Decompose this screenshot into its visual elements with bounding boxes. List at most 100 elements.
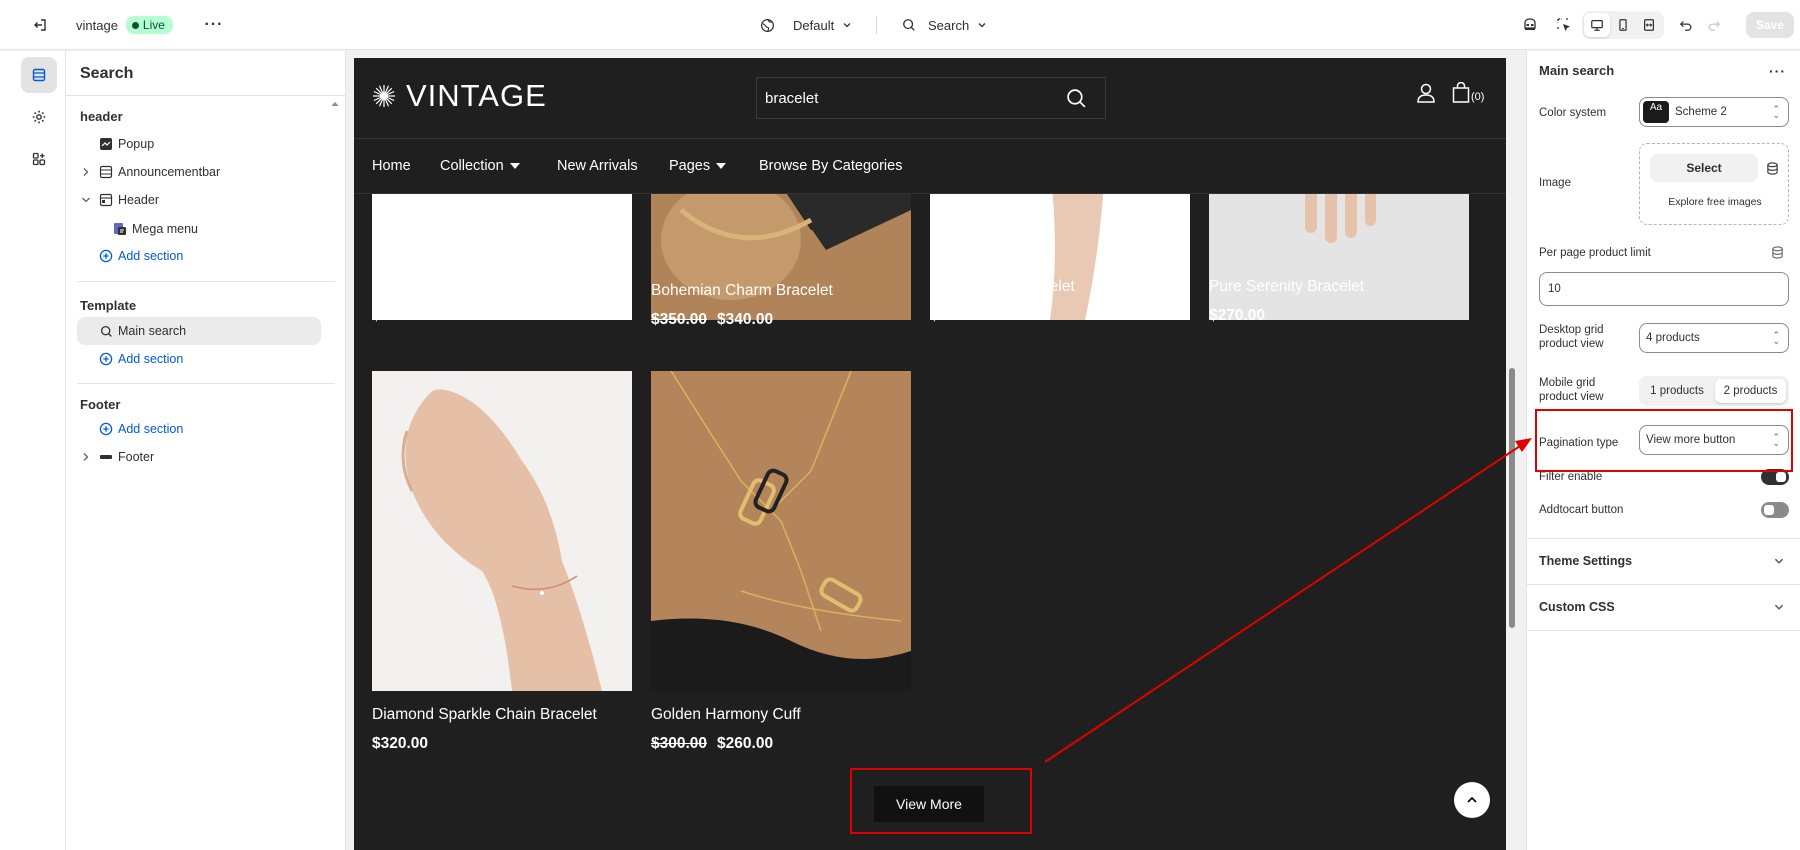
store-logo[interactable]: VINTAGE	[372, 78, 547, 114]
nav-label: New Arrivals	[557, 158, 638, 174]
apps-icon	[32, 152, 46, 166]
more-options-icon[interactable]: ···	[1769, 63, 1786, 79]
globe-icon	[760, 18, 775, 32]
product-name[interactable]: Diamond Sparkle Chain Bracelet	[372, 706, 597, 724]
sections-icon	[32, 68, 46, 82]
plus-circle-icon	[98, 248, 114, 264]
product-price: $300.00 $260.00	[651, 735, 773, 753]
product-name[interactable]: Infinite Love Bracelet	[930, 278, 1075, 296]
theme-selector[interactable]: Default	[760, 0, 852, 50]
store-search-value: bracelet	[765, 90, 819, 107]
section-item-footer[interactable]: Footer	[66, 444, 346, 470]
theme-settings-accordion[interactable]: Theme Settings	[1539, 554, 1632, 568]
sun-logo-icon	[373, 85, 395, 107]
nav-label: Home	[372, 158, 411, 174]
product-name[interactable]: Ocean Breeze Bracelet	[372, 278, 532, 296]
group-footer: Footer	[80, 397, 121, 412]
sale-price: $350.00	[930, 307, 987, 324]
per-page-input[interactable]: 10	[1539, 272, 1789, 306]
sections-nav-button[interactable]	[21, 57, 57, 93]
section-item-main-search[interactable]: Main search	[66, 318, 346, 344]
store-search-field[interactable]: bracelet	[756, 77, 1106, 119]
section-item-header[interactable]: Header	[66, 187, 346, 213]
chevron-down-icon[interactable]	[1773, 554, 1785, 572]
theme-editor-icon[interactable]	[1518, 13, 1542, 37]
color-system-value: Scheme 2	[1675, 106, 1727, 118]
filter-enable-toggle[interactable]	[1761, 469, 1789, 485]
custom-css-accordion[interactable]: Custom CSS	[1539, 600, 1615, 614]
account-icon[interactable]	[1416, 82, 1436, 109]
search-icon[interactable]	[1066, 88, 1087, 114]
add-section-header-button[interactable]: Add section	[66, 243, 346, 269]
cart-count: (0)	[1471, 91, 1485, 103]
image-picker: Select Explore free images	[1639, 143, 1789, 225]
full-width-icon	[1644, 19, 1654, 31]
mobile-grid-option-1[interactable]: 1 products	[1642, 379, 1712, 403]
nav-new-arrivals[interactable]: New Arrivals	[557, 158, 638, 174]
nav-label: Pages	[669, 158, 711, 174]
page-selector[interactable]: Search	[902, 0, 987, 50]
add-section-template-button[interactable]: Add section	[66, 346, 346, 372]
color-system-label: Color system	[1539, 107, 1607, 119]
chevron-down-icon[interactable]	[1773, 600, 1785, 618]
mobile-grid-option-2[interactable]: 2 products	[1715, 379, 1786, 403]
sale-price: $300.00	[372, 307, 429, 324]
explore-images-link[interactable]: Explore free images	[1640, 196, 1790, 208]
redo-icon[interactable]	[1702, 13, 1726, 37]
sale-price: $320.00	[372, 735, 429, 752]
product-image[interactable]	[651, 371, 911, 691]
shopping-bag-icon	[1452, 82, 1470, 103]
product-name[interactable]: Pure Serenity Bracelet	[1209, 278, 1364, 296]
sale-price: $340.00	[717, 311, 774, 328]
desktop-grid-select[interactable]: 4 products ⌃ ⌄	[1639, 323, 1789, 353]
exit-icon[interactable]	[28, 13, 52, 37]
product-name[interactable]: Bohemian Charm Bracelet	[651, 282, 833, 300]
image-select-button[interactable]: Select	[1650, 154, 1758, 182]
product-name[interactable]: Golden Harmony Cuff	[651, 706, 801, 724]
preview-scrollbar[interactable]	[1508, 58, 1516, 850]
top-bar: vintage Live ··· Default Search Save	[0, 0, 1800, 50]
chevron-right-icon[interactable]	[80, 451, 92, 463]
undo-icon[interactable]	[1674, 13, 1698, 37]
nav-home[interactable]: Home	[372, 158, 411, 174]
settings-nav-button[interactable]	[21, 99, 57, 135]
database-icon[interactable]	[1760, 154, 1784, 182]
save-button[interactable]: Save	[1746, 12, 1794, 38]
add-section-footer-button[interactable]: Add section	[66, 416, 346, 442]
addtocart-toggle[interactable]	[1761, 502, 1789, 518]
header-layout-icon	[98, 192, 114, 208]
settings-divider	[1527, 630, 1800, 631]
desktop-grid-label: Desktop grid product view	[1539, 324, 1604, 350]
group-template: Template	[80, 298, 137, 313]
nav-pages[interactable]: Pages	[669, 158, 727, 174]
chevron-down-icon[interactable]	[80, 194, 92, 206]
desktop-grid-value: 4 products	[1646, 332, 1700, 344]
block-item-mega-menu[interactable]: Mega menu	[66, 216, 346, 242]
section-item-popup[interactable]: Popup	[66, 131, 346, 157]
chevron-right-icon[interactable]	[80, 166, 92, 178]
add-section-label: Add section	[118, 422, 184, 436]
color-system-select[interactable]: Aa Scheme 2 ⌃ ⌄	[1639, 97, 1789, 127]
nav-collection[interactable]: Collection	[440, 158, 520, 174]
color-scheme-badge: Aa	[1643, 101, 1669, 123]
fullscreen-view-button[interactable]	[1636, 13, 1662, 37]
pagination-type-select[interactable]: View more button ⌃ ⌄	[1639, 425, 1789, 455]
apps-nav-button[interactable]	[21, 141, 57, 177]
desktop-view-button[interactable]	[1584, 13, 1610, 37]
nav-browse-by-categories[interactable]: Browse By Categories	[759, 158, 902, 174]
mobile-view-button[interactable]	[1610, 13, 1636, 37]
add-section-label: Add section	[118, 249, 184, 263]
view-more-button[interactable]: View More	[874, 786, 984, 822]
dynamic-source-icon[interactable]	[1771, 246, 1784, 264]
more-actions-icon[interactable]: ···	[202, 13, 226, 37]
cart-link[interactable]: (0)	[1452, 82, 1484, 104]
section-item-announcementbar[interactable]: Announcementbar	[66, 159, 346, 185]
preview-scrollbar-thumb[interactable]	[1509, 368, 1515, 628]
scroll-to-top-button[interactable]	[1454, 782, 1490, 818]
live-badge: Live	[125, 16, 173, 34]
inspector-icon[interactable]	[1552, 13, 1576, 37]
icon-rail	[0, 51, 66, 850]
scroll-up-icon[interactable]	[330, 96, 340, 114]
product-price: $350.00	[930, 307, 986, 325]
product-image[interactable]	[372, 371, 632, 691]
